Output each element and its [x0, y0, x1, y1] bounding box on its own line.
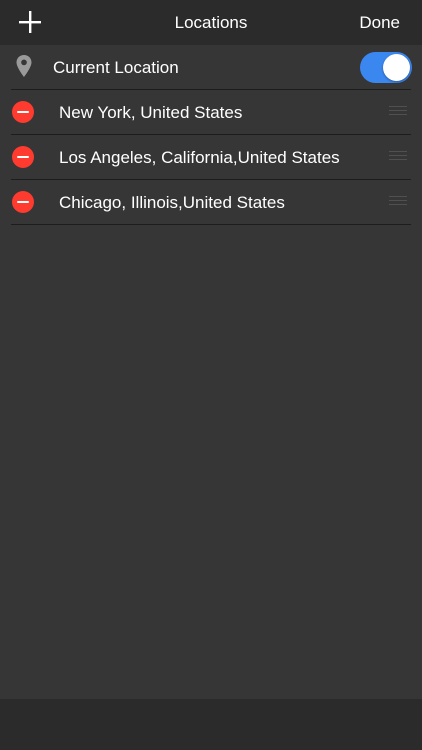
- reorder-handle-icon[interactable]: [389, 196, 407, 208]
- reorder-handle-icon[interactable]: [389, 106, 407, 118]
- bottom-toolbar: [0, 699, 422, 750]
- reorder-handle-icon[interactable]: [389, 151, 407, 163]
- current-location-label: Current Location: [53, 58, 179, 77]
- location-row-new-york: New York, United States: [11, 90, 411, 135]
- delete-icon[interactable]: [12, 191, 34, 213]
- location-label: New York, United States: [59, 103, 243, 122]
- location-label: Los Angeles, California,United States: [59, 148, 340, 167]
- location-row-chicago: Chicago, Illinois,United States: [11, 180, 411, 225]
- current-location-row: Current Location: [11, 45, 412, 90]
- delete-icon[interactable]: [12, 146, 34, 168]
- location-row-los-angeles: Los Angeles, California,United States: [11, 135, 411, 180]
- location-pin-icon: [16, 55, 32, 77]
- location-label: Chicago, Illinois,United States: [59, 193, 285, 212]
- locations-list: Current Location New York, United States…: [0, 45, 422, 225]
- navigation-bar: Locations Done: [0, 0, 422, 45]
- current-location-toggle[interactable]: [360, 52, 412, 83]
- done-button[interactable]: Done: [359, 13, 400, 33]
- toggle-knob: [383, 54, 410, 81]
- delete-icon[interactable]: [12, 101, 34, 123]
